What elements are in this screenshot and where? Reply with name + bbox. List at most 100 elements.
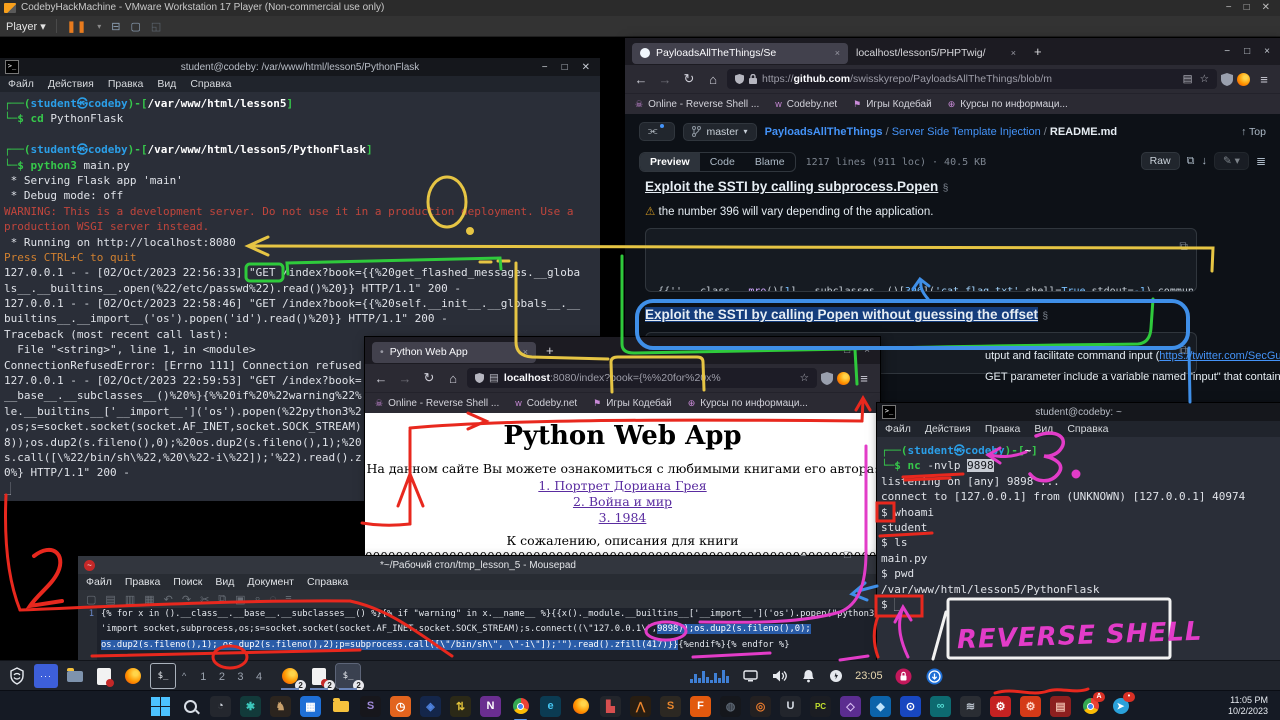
- firefox-launcher-icon[interactable]: [121, 664, 145, 688]
- tab-close-icon[interactable]: ×: [835, 48, 840, 58]
- heading-popen-no-offset[interactable]: Exploit the SSTI by calling Popen withou…: [645, 307, 1038, 322]
- anchor-link-icon[interactable]: §: [1042, 311, 1048, 322]
- taskbar-icon-app[interactable]: ◆: [870, 696, 891, 717]
- anchor-link-icon[interactable]: §: [943, 183, 949, 194]
- workspace-4[interactable]: 4: [256, 671, 262, 683]
- raw-button[interactable]: Raw: [1141, 152, 1180, 170]
- twitter-link[interactable]: https://twitter.com/SecGus: [1159, 350, 1280, 362]
- window-maximize-button[interactable]: □: [1244, 46, 1250, 57]
- toolbar-icon[interactable]: ▤: [105, 593, 115, 606]
- volume-icon[interactable]: [772, 669, 788, 683]
- toolbar-icon[interactable]: ▦: [144, 593, 154, 606]
- player-menu[interactable]: Player ▾: [6, 20, 46, 33]
- forward-button[interactable]: →: [655, 72, 675, 87]
- window-close-button[interactable]: ×: [864, 345, 870, 356]
- menu-item-Файл[interactable]: Файл: [885, 423, 911, 435]
- window-minimize-button[interactable]: −: [824, 345, 830, 356]
- branch-selector[interactable]: master▾: [683, 123, 756, 141]
- breadcrumb-folder-link[interactable]: Server Side Template Injection: [892, 126, 1041, 138]
- code-block-subprocess[interactable]: {{''.__class__.mro()[1].__subclasses__()…: [645, 228, 1197, 292]
- taskbar-icon-app[interactable]: ⊙: [900, 696, 921, 717]
- menu-item-Справка[interactable]: Справка: [1067, 423, 1108, 435]
- toolbar-icon[interactable]: ≡: [285, 593, 291, 605]
- terminal2-output[interactable]: ┌──(student㉿codeby)-[~]└─$ nc -nvlp 9898…: [877, 437, 1280, 664]
- tab-close-icon[interactable]: ×: [1011, 48, 1016, 58]
- reload-button[interactable]: ↻: [679, 71, 699, 87]
- taskbar-icon-app[interactable]: ◷: [390, 696, 411, 717]
- pause-dropdown-icon[interactable]: ▾: [97, 22, 101, 31]
- taskbar-firefox-running[interactable]: 2: [278, 664, 302, 688]
- mousepad-text[interactable]: {% for x in ().__class__.__base__.__subc…: [97, 608, 874, 660]
- new-tab-button[interactable]: +: [546, 343, 554, 358]
- toolbar-icon[interactable]: ▥: [125, 593, 135, 606]
- taskbar-icon-app[interactable]: ⚙: [990, 696, 1011, 717]
- back-button[interactable]: ←: [631, 72, 651, 87]
- menu-item-Вид[interactable]: Вид: [157, 78, 176, 90]
- bookmark-item[interactable]: ⚑Игры Кодебай: [853, 99, 932, 110]
- shield-permissions-icon[interactable]: [735, 74, 744, 84]
- taskbar-icon-app[interactable]: ◎: [750, 696, 771, 717]
- toolbar-icon[interactable]: ⧉: [218, 593, 226, 606]
- show-desktop-icon[interactable]: ···: [34, 664, 58, 688]
- outline-icon[interactable]: ≣: [1256, 154, 1266, 168]
- terminal1-titlebar[interactable]: >_ student@codeby: /var/www/html/lesson5…: [0, 58, 600, 76]
- toolbar-icon[interactable]: ▢: [86, 593, 96, 606]
- menu-item-Вид[interactable]: Вид: [1034, 423, 1053, 435]
- home-button[interactable]: ⌂: [443, 371, 463, 386]
- taskbar-icon-telegram[interactable]: ➤•: [1110, 696, 1131, 717]
- terminal1-minimize-button[interactable]: −: [542, 62, 548, 73]
- chevron-up-icon[interactable]: ^: [182, 671, 186, 681]
- menu-item-Действия[interactable]: Действия: [925, 423, 971, 435]
- url-bar[interactable]: https://github.com/swisskyrepo/PayloadsA…: [727, 69, 1217, 89]
- back-button[interactable]: ←: [371, 371, 391, 386]
- taskbar-icon-app[interactable]: ⇅: [450, 696, 471, 717]
- shield-permissions-icon[interactable]: [475, 373, 484, 383]
- bookmark-item[interactable]: ☠Online - Reverse Shell ...: [635, 99, 759, 110]
- taskbar-icon-app[interactable]: PC: [810, 696, 831, 717]
- taskbar-terminal-active[interactable]: $_2: [336, 664, 360, 688]
- menu-item-Файл[interactable]: Файл: [86, 576, 112, 588]
- toolbar-icon[interactable]: ↶: [164, 593, 173, 606]
- tab-close-icon[interactable]: ×: [523, 347, 528, 357]
- home-button[interactable]: ⌂: [703, 72, 723, 87]
- taskbar-icon-app[interactable]: ✱: [240, 696, 261, 717]
- toolbar-icon[interactable]: ⌕: [255, 593, 261, 606]
- adblock-shield-icon[interactable]: [821, 372, 833, 385]
- file-tree-icon[interactable]: ⫘: [639, 122, 675, 141]
- taskbar-icon-app[interactable]: ▦: [300, 696, 321, 717]
- taskbar-icon-app[interactable]: ⚙: [1020, 696, 1041, 717]
- taskbar-icon-chrome[interactable]: [510, 696, 531, 717]
- tab-python-web-app[interactable]: • Python Web App ×: [372, 342, 536, 363]
- vmware-close-button[interactable]: ✕: [1262, 0, 1270, 16]
- fullscreen-icon[interactable]: ▢: [130, 20, 140, 33]
- tab-payloadsallthethings[interactable]: PayloadsAllTheThings/Se ×: [632, 43, 848, 64]
- bookmark-item[interactable]: ⊕Курсы по информаци...: [688, 398, 808, 409]
- taskbar-icon-app[interactable]: S: [360, 696, 381, 717]
- menu-item-Правка[interactable]: Правка: [985, 423, 1020, 435]
- tab-localhost-phptwig[interactable]: localhost/lesson5/PHPTwig/ ×: [848, 43, 1024, 64]
- book-link-3[interactable]: 3. 1984: [365, 510, 880, 525]
- breadcrumb-repo-link[interactable]: PayloadsAllTheThings: [765, 126, 883, 138]
- menu-item-Документ[interactable]: Документ: [247, 576, 294, 588]
- adblock-shield-icon[interactable]: [1221, 73, 1233, 86]
- taskbar-icon-app[interactable]: ♞: [270, 696, 291, 717]
- menu-item-Справка[interactable]: Справка: [307, 576, 348, 588]
- workspace-1[interactable]: 1: [200, 671, 206, 683]
- taskbar-icon-app[interactable]: F: [690, 696, 711, 717]
- taskbar-icon-app[interactable]: ▤: [1050, 696, 1071, 717]
- taskbar-icon-chrome[interactable]: A: [1080, 696, 1101, 717]
- download-icon[interactable]: ↓: [1201, 155, 1207, 167]
- tab-code[interactable]: Code: [700, 153, 745, 171]
- text-editor-icon[interactable]: [92, 664, 116, 688]
- taskbar-icon-app[interactable]: ◈: [420, 696, 441, 717]
- bookmark-star-icon[interactable]: ☆: [800, 372, 809, 384]
- taskbar-icon-search[interactable]: [180, 696, 201, 717]
- taskbar-icon-app[interactable]: U: [780, 696, 801, 717]
- hamburger-menu-icon[interactable]: ≡: [1254, 72, 1274, 87]
- taskbar-mousepad-running[interactable]: 2: [307, 664, 331, 688]
- taskbar-icon-app[interactable]: ∞: [930, 696, 951, 717]
- tab-preview[interactable]: Preview: [640, 153, 700, 171]
- book-link-2[interactable]: 2. Война и мир: [365, 494, 880, 509]
- reader-view-icon[interactable]: ▤: [1183, 73, 1193, 85]
- menu-item-Файл[interactable]: Файл: [8, 78, 34, 90]
